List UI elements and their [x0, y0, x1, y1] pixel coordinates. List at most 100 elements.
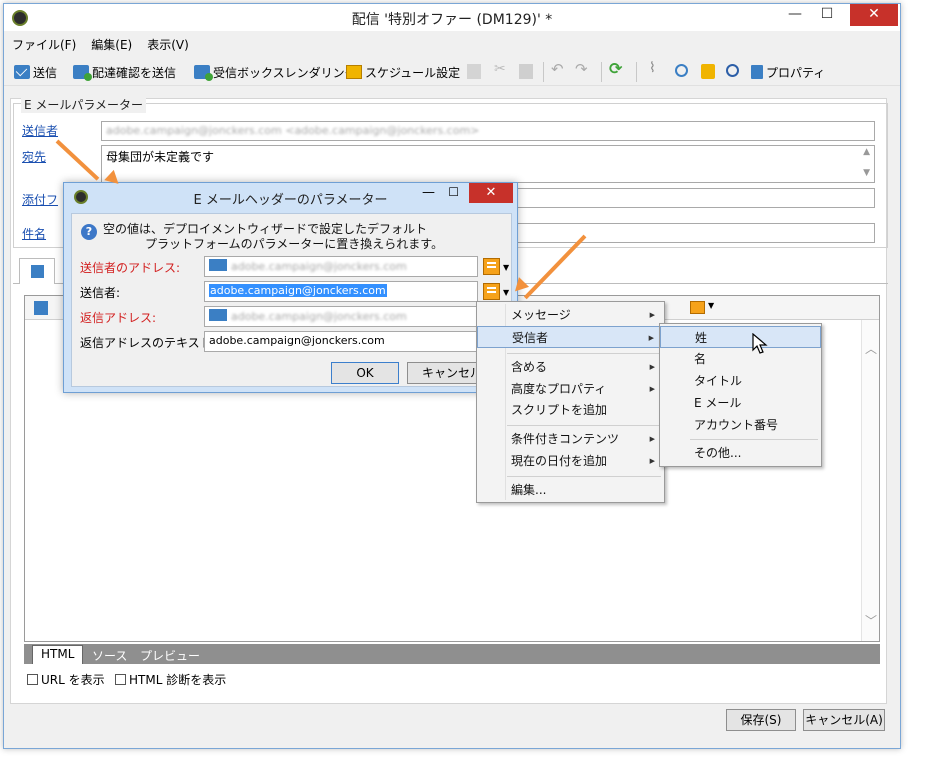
- reply-address-input[interactable]: adobe.campaign@jonckers.com: [204, 306, 478, 327]
- scroll-down-icon[interactable]: ﹀: [865, 612, 877, 629]
- link-icon[interactable]: [675, 64, 688, 77]
- attachment-icon[interactable]: ⌇: [649, 60, 663, 76]
- sender-address-label: 送信者のアドレス:: [80, 261, 181, 275]
- cancel-button[interactable]: キャンセル(A): [803, 709, 885, 731]
- subject-link[interactable]: 件名: [22, 225, 46, 242]
- close-button[interactable]: ✕: [850, 4, 898, 26]
- dialog-ok-button[interactable]: OK: [331, 362, 399, 384]
- scroll-up-icon[interactable]: ▲: [863, 147, 870, 157]
- menu-item-edit[interactable]: 編集...: [477, 479, 664, 501]
- submenu-item-last-name[interactable]: 姓: [660, 326, 821, 348]
- recipient-submenu: 姓 名 タイトル E メール アカウント番号 その他...: [659, 323, 822, 467]
- dialog-minimize-button[interactable]: —: [422, 185, 435, 200]
- tab-source[interactable]: ソース: [84, 646, 135, 663]
- toolbar-separator: [601, 62, 602, 82]
- menu-item-label: 編集...: [511, 483, 547, 497]
- sender-address-input[interactable]: adobe.campaign@jonckers.com: [204, 256, 478, 277]
- properties-button[interactable]: プロパティ: [751, 64, 825, 81]
- clipboard-icon: [751, 65, 763, 79]
- sender-field[interactable]: adobe.campaign@jonckers.com <adobe.campa…: [101, 121, 875, 141]
- menu-edit[interactable]: 編集(E): [83, 32, 139, 53]
- save-button[interactable]: 保存(S): [726, 709, 796, 731]
- dialog-maximize-button[interactable]: ☐: [448, 185, 459, 199]
- menu-item-label: 受信者: [512, 331, 549, 345]
- toolbar-separator: [543, 62, 544, 82]
- tab-html[interactable]: HTML: [32, 645, 84, 664]
- sender-name-picker-icon[interactable]: [483, 283, 500, 300]
- email-header-dialog: E メールヘッダーのパラメーター — ☐ ✕ ? 空の値は、デプロイメントウィザ…: [63, 182, 518, 393]
- submenu-item-label: E メール: [694, 396, 742, 410]
- menu-item-include[interactable]: 含める ▶: [477, 356, 664, 378]
- refresh-icon[interactable]: ⟳: [609, 59, 623, 78]
- send-label: 送信: [33, 66, 58, 80]
- menu-file[interactable]: ファイル(F): [4, 32, 83, 53]
- sender-name-label: 送信者:: [80, 286, 121, 300]
- reply-text-input[interactable]: adobe.campaign@jonckers.com: [204, 331, 478, 352]
- scroll-down-icon[interactable]: ▼: [863, 168, 870, 178]
- menu-item-advanced-properties[interactable]: 高度なプロパティ ▶: [477, 378, 664, 400]
- dialog-info-line1: 空の値は、デプロイメントウィザードで設定したデフォルト: [103, 222, 428, 236]
- dialog-close-button[interactable]: ✕: [469, 183, 513, 203]
- editor-insert-icon[interactable]: [34, 301, 48, 315]
- menu-item-label: 高度なプロパティ: [511, 382, 607, 396]
- sender-link[interactable]: 送信者: [22, 122, 58, 139]
- chevron-down-icon[interactable]: ▼: [503, 263, 509, 272]
- menu-item-label: 含める: [511, 360, 548, 374]
- copy-icon[interactable]: [467, 64, 481, 79]
- inbox-rendering-icon: [194, 65, 213, 81]
- show-urls-checkbox[interactable]: URL を表示: [27, 671, 105, 688]
- sender-name-input[interactable]: adobe.campaign@jonckers.com: [204, 281, 478, 302]
- undo-icon[interactable]: ↶: [551, 60, 565, 78]
- personalization-icon[interactable]: [701, 64, 715, 79]
- chevron-right-icon: ▶: [649, 311, 655, 319]
- recipient-link[interactable]: 宛先: [22, 148, 46, 165]
- tracking-icon[interactable]: [726, 64, 739, 77]
- tab-preview[interactable]: プレビュー: [132, 646, 208, 663]
- cut-icon[interactable]: ✂: [494, 61, 508, 77]
- submenu-item-title[interactable]: タイトル: [660, 370, 821, 392]
- envelope-icon: [209, 309, 227, 321]
- menu-item-recipient[interactable]: 受信者 ▶: [477, 326, 664, 348]
- submenu-item-first-name[interactable]: 名: [660, 348, 821, 370]
- sender-address-picker-icon[interactable]: [483, 258, 500, 275]
- mouse-cursor-icon: [752, 333, 768, 354]
- menu-item-conditional-content[interactable]: 条件付きコンテンツ ▶: [477, 428, 664, 450]
- menu-item-add-script[interactable]: スクリプトを追加: [477, 399, 664, 421]
- submenu-item-account-number[interactable]: アカウント番号: [660, 414, 821, 436]
- recipient-field[interactable]: 母集団が未定義です ▲ ▼: [101, 145, 875, 183]
- reply-address-label: 返信アドレス:: [80, 311, 157, 325]
- send-button[interactable]: 送信: [14, 64, 57, 81]
- menu-bar: ファイル(F) 編集(E) 表示(V): [4, 32, 900, 54]
- paste-icon[interactable]: [519, 64, 533, 79]
- submenu-item-other[interactable]: その他...: [660, 442, 821, 464]
- properties-label: プロパティ: [766, 66, 826, 80]
- personalization-picker-icon[interactable]: [690, 301, 705, 314]
- inbox-rendering-label: 受信ボックスレンダリング: [213, 66, 357, 80]
- dialog-body: ? 空の値は、デプロイメントウィザードで設定したデフォルト プラットフォームのパ…: [71, 213, 512, 387]
- redo-icon[interactable]: ↷: [575, 60, 589, 78]
- submenu-item-email[interactable]: E メール: [660, 392, 821, 414]
- email-params-legend: E メールパラメーター: [21, 96, 147, 113]
- envelope-icon: [14, 65, 30, 79]
- chevron-right-icon: ▶: [649, 363, 655, 371]
- send-proof-label: 配達確認を送信: [92, 66, 177, 80]
- menu-view[interactable]: 表示(V): [139, 32, 196, 53]
- maximize-button[interactable]: ☐: [812, 4, 842, 26]
- menu-separator: [507, 476, 661, 477]
- html-diagnostics-checkbox[interactable]: HTML 診断を表示: [115, 671, 226, 688]
- title-bar: 配信 '特別オファー (DM129)' * — ☐ ✕: [4, 4, 900, 31]
- editor-scrollbar[interactable]: ︿ ﹀: [861, 320, 879, 641]
- sender-address-value: adobe.campaign@jonckers.com: [231, 260, 407, 273]
- minimize-button[interactable]: —: [780, 4, 810, 26]
- sender-field-value: adobe.campaign@jonckers.com <adobe.campa…: [106, 124, 480, 137]
- chevron-down-icon[interactable]: ▼: [708, 301, 714, 310]
- schedule-button[interactable]: スケジュール設定: [346, 64, 460, 81]
- chevron-down-icon[interactable]: ▼: [503, 288, 509, 297]
- menu-item-message[interactable]: メッセージ ▶: [477, 304, 664, 326]
- menu-item-add-current-date[interactable]: 現在の日付を追加 ▶: [477, 450, 664, 472]
- tab-html-content[interactable]: [19, 258, 55, 284]
- send-proof-button[interactable]: 配達確認を送信: [73, 64, 176, 81]
- scroll-up-icon[interactable]: ︿: [865, 340, 877, 357]
- inbox-rendering-button[interactable]: 受信ボックスレンダリング: [194, 64, 357, 81]
- attachment-link[interactable]: 添付フ: [22, 191, 58, 208]
